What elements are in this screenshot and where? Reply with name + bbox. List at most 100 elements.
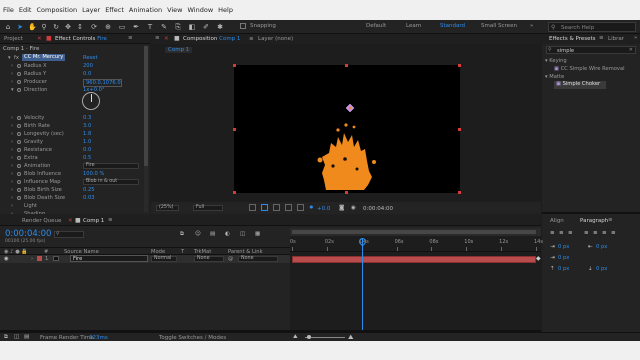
visibility-eye-icon[interactable]: ◉ (4, 256, 9, 263)
panel-menu-icon[interactable]: ≡ (108, 217, 113, 223)
expand-arrow-icon[interactable]: › (11, 179, 13, 186)
orbit-tool-icon[interactable]: ↻ (52, 23, 60, 31)
category-matte[interactable]: ▾ Matte (545, 74, 564, 81)
tab-align[interactable]: Align (550, 218, 564, 224)
region-icon[interactable] (273, 204, 280, 211)
snapping-checkbox[interactable] (240, 23, 246, 30)
expand-arrow-icon[interactable]: › (11, 187, 13, 194)
layer-label-color[interactable] (37, 256, 42, 261)
effect-prop-blob-influence[interactable]: › Blob Influence 100.0 % (8, 171, 143, 178)
draft-3d-icon[interactable]: ▦ (255, 231, 260, 237)
prop-value[interactable]: Blob in & out (83, 179, 139, 185)
composition-flowchart-icon[interactable]: ⧉ (180, 231, 184, 238)
expand-arrow-icon[interactable]: › (11, 115, 13, 122)
close-icon[interactable]: ✕ (164, 36, 169, 42)
menu-window[interactable]: Window (188, 6, 214, 14)
stopwatch-icon[interactable] (17, 171, 23, 178)
channel-icon[interactable] (297, 204, 304, 211)
selection-tool-icon[interactable]: ➤ (16, 23, 24, 31)
prop-value[interactable]: 0.5 (83, 155, 91, 161)
time-zoom-thumb[interactable] (307, 335, 311, 339)
align-right-icon[interactable]: ≡ (568, 230, 573, 236)
effect-prop-velocity[interactable]: › Velocity 0.3 (8, 115, 143, 122)
stopwatch-icon[interactable] (17, 115, 23, 122)
tab-project[interactable]: Project (4, 36, 23, 42)
stopwatch-icon[interactable] (17, 123, 23, 130)
clear-search-icon[interactable]: ✕ (629, 47, 633, 53)
effect-controls-scrollbar[interactable] (144, 46, 148, 212)
effect-header[interactable]: ▾ fx CC Mr. Mercury Reset (8, 54, 143, 62)
effect-prop-animation[interactable]: › Animation Fire (8, 163, 143, 170)
justify-left-icon[interactable]: ≡ (584, 230, 589, 236)
playhead[interactable] (357, 236, 368, 332)
prop-value[interactable]: 1x+0.0° (83, 87, 105, 93)
trkmat-dropdown[interactable]: None (194, 256, 224, 262)
parent-dropdown[interactable]: None (238, 256, 278, 262)
stopwatch-icon[interactable] (17, 131, 23, 138)
expand-arrow-icon[interactable]: › (11, 163, 13, 170)
menu-edit[interactable]: Edit (19, 6, 32, 14)
eraser-tool-icon[interactable]: ◧ (188, 23, 196, 31)
workspace-standard[interactable]: Standard (440, 23, 465, 29)
direction-dial[interactable] (82, 92, 100, 110)
effect-prop-influence-map[interactable]: › Influence Map Blob in & out (8, 179, 143, 186)
menu-file[interactable]: File (3, 6, 14, 14)
panel-menu-icon[interactable]: ≡ (608, 217, 613, 223)
show-snapshot-icon[interactable]: ◉ (351, 205, 356, 211)
work-area-range[interactable] (292, 230, 536, 234)
stopwatch-icon[interactable] (17, 79, 23, 86)
expand-arrow-icon[interactable]: › (11, 63, 13, 70)
effect-item-wire-removal[interactable]: ▣ CC Simple Wire Removal (554, 66, 625, 73)
prop-value[interactable]: 0.25 (83, 187, 95, 193)
align-center-icon[interactable]: ≡ (559, 230, 564, 236)
layer-end-handle-icon[interactable]: ◆ (536, 255, 541, 262)
prop-value[interactable]: 100.0 % (83, 171, 104, 177)
graph-editor-icon[interactable]: ◫ (240, 231, 245, 237)
prop-value[interactable]: 1.8 (83, 131, 91, 137)
panel-menu-icon[interactable]: ≡ (128, 35, 133, 41)
effect-prop-direction[interactable]: ▾ Direction 1x+0.0° (8, 87, 143, 94)
expand-arrow-icon[interactable]: › (11, 71, 13, 78)
zoom-dropdown[interactable]: (25%) (156, 205, 179, 211)
effect-prop-light[interactable]: › Light (8, 203, 143, 210)
stopwatch-icon[interactable] (17, 155, 23, 162)
effect-prop-blob-death-size[interactable]: › Blob Death Size 0.03 (8, 195, 143, 202)
align-left-icon[interactable]: ≡ (550, 230, 555, 236)
expand-arrow-icon[interactable]: › (11, 195, 13, 202)
lock-icon[interactable]: ■ (174, 35, 180, 42)
stopwatch-icon[interactable] (17, 179, 23, 186)
resolution-dropdown[interactable]: Full (193, 205, 223, 211)
expand-arrow-icon[interactable]: › (11, 147, 13, 154)
effect-name[interactable]: CC Mr. Mercury (22, 54, 66, 61)
rotate-tool-icon[interactable]: ⟳ (90, 23, 98, 31)
tab-render-queue[interactable]: Render Queue (22, 218, 61, 224)
search-help-input[interactable]: ⚲ Search Help (548, 22, 636, 32)
expand-arrow-icon[interactable]: › (11, 79, 13, 86)
first-line-indent-value[interactable]: 0 px (558, 255, 569, 261)
effect-prop-resistance[interactable]: › Resistance 0.0 (8, 147, 143, 154)
stopwatch-icon[interactable] (17, 139, 23, 146)
prop-value[interactable]: Fire (83, 163, 139, 169)
more-tabs-icon[interactable]: » (634, 35, 637, 41)
frame-blending-icon[interactable]: ▤ (210, 231, 215, 237)
time-zoom-slider[interactable] (305, 335, 345, 339)
prop-value[interactable]: 0.03 (83, 195, 95, 201)
workspace-small-screen[interactable]: Small Screen (481, 23, 517, 29)
expand-arrow-icon[interactable]: ▾ (11, 87, 14, 94)
menu-layer[interactable]: Layer (82, 6, 100, 14)
menu-animation[interactable]: Animation (129, 6, 162, 14)
timeline-timecode[interactable]: 0:00:04:00 (5, 229, 51, 239)
lock-icon[interactable]: ■ (46, 35, 52, 42)
category-keying[interactable]: ▾ Keying (545, 58, 567, 65)
canvas-handle-bl[interactable] (233, 191, 236, 194)
workspace-more-icon[interactable]: » (530, 23, 533, 29)
rectangle-tool-icon[interactable]: ▭ (118, 23, 126, 31)
space-after-value[interactable]: 0 px (596, 266, 607, 272)
tab-effects-presets[interactable]: Effects & Presets (549, 36, 596, 42)
justify-center-icon[interactable]: ≡ (593, 230, 598, 236)
motion-blur-icon[interactable]: ◐ (225, 231, 230, 237)
dolly-tool-icon[interactable]: ↕ (76, 23, 84, 31)
workspace-default[interactable]: Default (366, 23, 386, 29)
stopwatch-icon[interactable] (17, 195, 23, 202)
puppet-tool-icon[interactable]: ✱ (216, 23, 224, 31)
